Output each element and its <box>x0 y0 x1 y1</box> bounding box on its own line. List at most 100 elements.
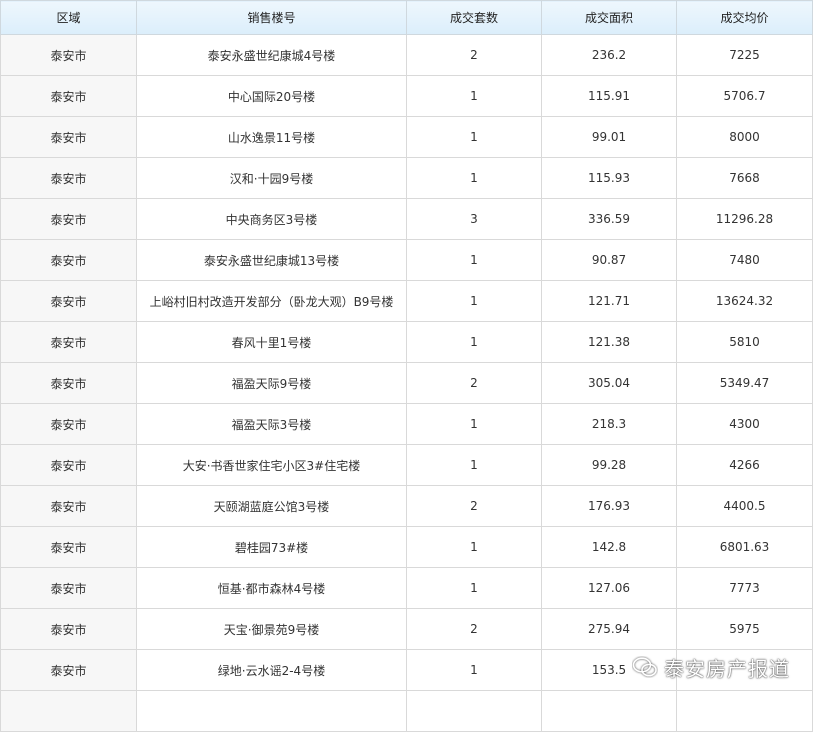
table-header-row: 区域 销售楼号 成交套数 成交面积 成交均价 <box>0 0 813 35</box>
cell-area-sold: 121.71 <box>541 280 677 322</box>
cell-units-sold: 1 <box>406 444 542 486</box>
cell-avg-price: 13624.32 <box>676 280 813 322</box>
cell-area-sold: 275.94 <box>541 608 677 650</box>
cell-avg-price: 8000 <box>676 116 813 158</box>
table-row: 泰安市 汉和·十园9号楼 1 115.93 7668 <box>0 157 813 199</box>
cell-avg-price: 7480 <box>676 239 813 281</box>
cell-avg-price: 4266 <box>676 444 813 486</box>
cell-units-sold <box>406 690 542 732</box>
cell-area-sold: 127.06 <box>541 567 677 609</box>
table-row: 泰安市 绿地·云水谣2-4号楼 1 153.5 <box>0 649 813 691</box>
cell-building: 福盈天际9号楼 <box>136 362 407 404</box>
cell-area-sold: 218.3 <box>541 403 677 445</box>
cell-area-sold: 121.38 <box>541 321 677 363</box>
header-area-sold[interactable]: 成交面积 <box>541 0 677 35</box>
cell-units-sold: 1 <box>406 116 542 158</box>
cell-units-sold: 2 <box>406 362 542 404</box>
cell-building: 碧桂园73#楼 <box>136 526 407 568</box>
cell-region: 泰安市 <box>0 75 137 117</box>
cell-units-sold: 1 <box>406 239 542 281</box>
cell-units-sold: 1 <box>406 157 542 199</box>
cell-area-sold: 176.93 <box>541 485 677 527</box>
cell-building: 泰安永盛世纪康城4号楼 <box>136 34 407 76</box>
cell-avg-price: 5810 <box>676 321 813 363</box>
table-row: 泰安市 天宝·御景苑9号楼 2 275.94 5975 <box>0 608 813 650</box>
table-row: 泰安市 恒基·都市森林4号楼 1 127.06 7773 <box>0 567 813 609</box>
table-row: 泰安市 中央商务区3号楼 3 336.59 11296.28 <box>0 198 813 240</box>
cell-units-sold: 1 <box>406 280 542 322</box>
cell-avg-price <box>676 690 813 732</box>
header-region[interactable]: 区域 <box>0 0 137 35</box>
cell-building: 福盈天际3号楼 <box>136 403 407 445</box>
cell-avg-price <box>676 649 813 691</box>
table-row: 泰安市 碧桂园73#楼 1 142.8 6801.63 <box>0 526 813 568</box>
cell-avg-price: 7225 <box>676 34 813 76</box>
cell-region: 泰安市 <box>0 157 137 199</box>
cell-building: 春风十里1号楼 <box>136 321 407 363</box>
cell-area-sold <box>541 690 677 732</box>
cell-building: 泰安永盛世纪康城13号楼 <box>136 239 407 281</box>
cell-units-sold: 3 <box>406 198 542 240</box>
cell-building: 汉和·十园9号楼 <box>136 157 407 199</box>
cell-region: 泰安市 <box>0 321 137 363</box>
cell-units-sold: 1 <box>406 649 542 691</box>
header-units-sold[interactable]: 成交套数 <box>406 0 542 35</box>
table-row: 泰安市 天颐湖蓝庭公馆3号楼 2 176.93 4400.5 <box>0 485 813 527</box>
table-row <box>0 690 813 732</box>
cell-region: 泰安市 <box>0 403 137 445</box>
cell-avg-price: 5706.7 <box>676 75 813 117</box>
cell-region: 泰安市 <box>0 34 137 76</box>
cell-units-sold: 2 <box>406 485 542 527</box>
cell-area-sold: 236.2 <box>541 34 677 76</box>
cell-area-sold: 142.8 <box>541 526 677 568</box>
cell-building <box>136 690 407 732</box>
table-row: 泰安市 泰安永盛世纪康城4号楼 2 236.2 7225 <box>0 34 813 76</box>
cell-region: 泰安市 <box>0 239 137 281</box>
sales-table: 区域 销售楼号 成交套数 成交面积 成交均价 泰安市 泰安永盛世纪康城4号楼 2 23… <box>0 0 813 732</box>
table-row: 泰安市 上峪村旧村改造开发部分（卧龙大观）B9号楼 1 121.71 13624.32 <box>0 280 813 322</box>
cell-avg-price: 4400.5 <box>676 485 813 527</box>
table-row: 泰安市 泰安永盛世纪康城13号楼 1 90.87 7480 <box>0 239 813 281</box>
cell-avg-price: 4300 <box>676 403 813 445</box>
cell-area-sold: 99.28 <box>541 444 677 486</box>
cell-units-sold: 1 <box>406 403 542 445</box>
cell-units-sold: 1 <box>406 526 542 568</box>
cell-area-sold: 99.01 <box>541 116 677 158</box>
table-row: 泰安市 福盈天际3号楼 1 218.3 4300 <box>0 403 813 445</box>
cell-building: 绿地·云水谣2-4号楼 <box>136 649 407 691</box>
cell-avg-price: 5349.47 <box>676 362 813 404</box>
cell-units-sold: 1 <box>406 321 542 363</box>
cell-region: 泰安市 <box>0 362 137 404</box>
cell-units-sold: 2 <box>406 34 542 76</box>
cell-building: 大安·书香世家住宅小区3#住宅楼 <box>136 444 407 486</box>
cell-region: 泰安市 <box>0 608 137 650</box>
cell-region: 泰安市 <box>0 526 137 568</box>
cell-avg-price: 6801.63 <box>676 526 813 568</box>
table-row: 泰安市 福盈天际9号楼 2 305.04 5349.47 <box>0 362 813 404</box>
cell-units-sold: 2 <box>406 608 542 650</box>
cell-building: 中央商务区3号楼 <box>136 198 407 240</box>
header-avg-price[interactable]: 成交均价 <box>676 0 813 35</box>
table-row: 泰安市 中心国际20号楼 1 115.91 5706.7 <box>0 75 813 117</box>
cell-units-sold: 1 <box>406 567 542 609</box>
header-building[interactable]: 销售楼号 <box>136 0 407 35</box>
cell-region: 泰安市 <box>0 649 137 691</box>
cell-building: 天宝·御景苑9号楼 <box>136 608 407 650</box>
cell-building: 中心国际20号楼 <box>136 75 407 117</box>
cell-region: 泰安市 <box>0 485 137 527</box>
cell-area-sold: 115.91 <box>541 75 677 117</box>
table-row: 泰安市 大安·书香世家住宅小区3#住宅楼 1 99.28 4266 <box>0 444 813 486</box>
cell-area-sold: 305.04 <box>541 362 677 404</box>
cell-region: 泰安市 <box>0 444 137 486</box>
cell-avg-price: 11296.28 <box>676 198 813 240</box>
cell-building: 恒基·都市森林4号楼 <box>136 567 407 609</box>
cell-region <box>0 690 137 732</box>
cell-building: 山水逸景11号楼 <box>136 116 407 158</box>
table-body: 泰安市 泰安永盛世纪康城4号楼 2 236.2 7225 泰安市 中心国际20号楼 1 115.… <box>0 34 813 732</box>
cell-area-sold: 90.87 <box>541 239 677 281</box>
cell-area-sold: 336.59 <box>541 198 677 240</box>
cell-region: 泰安市 <box>0 198 137 240</box>
table-row: 泰安市 山水逸景11号楼 1 99.01 8000 <box>0 116 813 158</box>
cell-building: 上峪村旧村改造开发部分（卧龙大观）B9号楼 <box>136 280 407 322</box>
cell-area-sold: 115.93 <box>541 157 677 199</box>
